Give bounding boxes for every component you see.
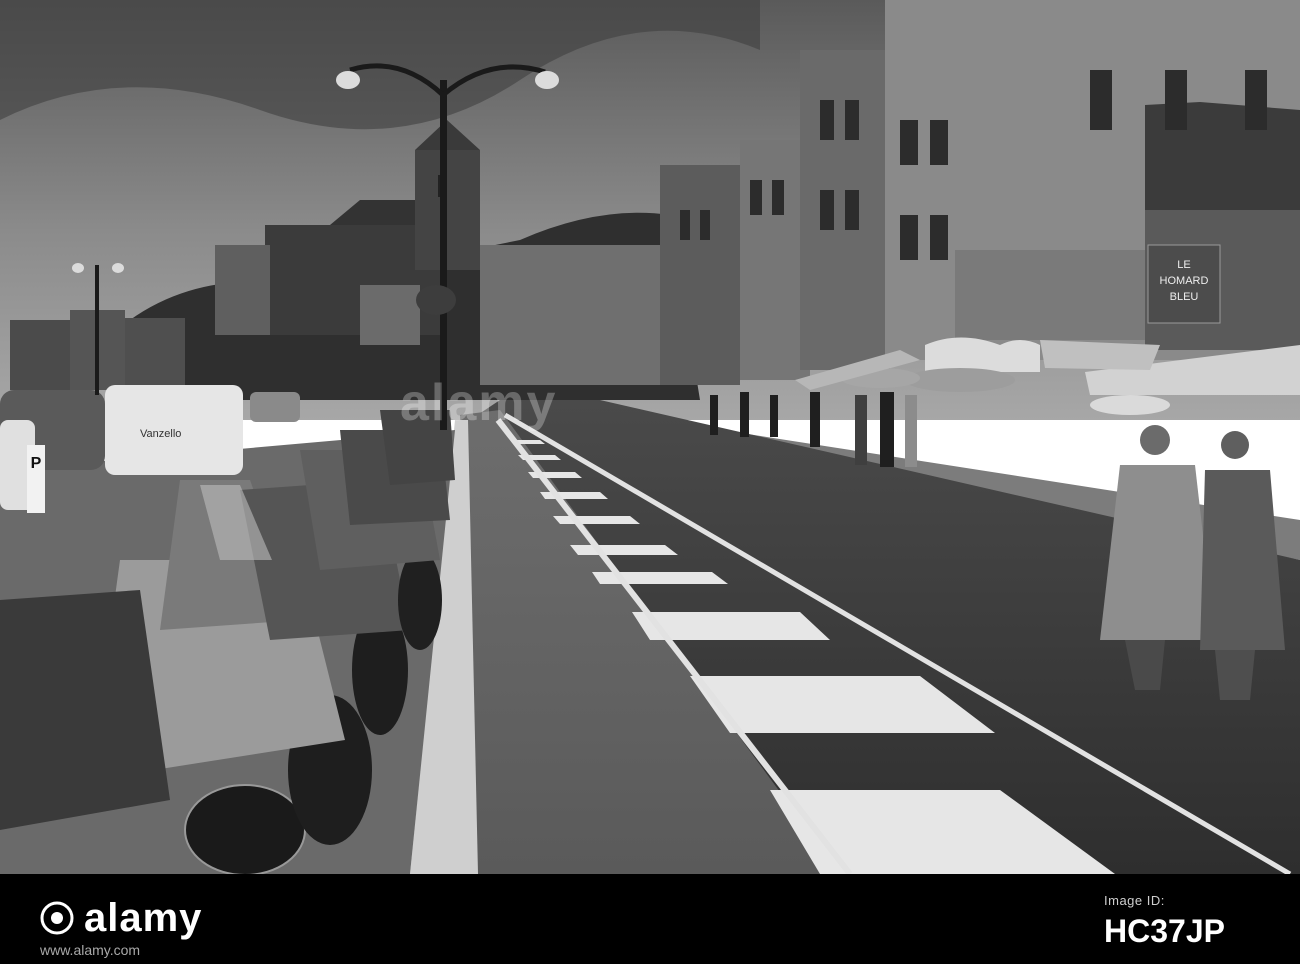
image-id-block: Image ID: HC37JP — [1104, 890, 1264, 950]
sign-line-le: LE — [1177, 259, 1190, 271]
alamy-a-icon — [40, 901, 74, 935]
sign-line-bleu: BLEU — [1170, 291, 1199, 303]
footer-bar: alamy Image ID: HC37JP www.alamy.com — [0, 874, 1300, 964]
site-url[interactable]: www.alamy.com — [40, 942, 140, 958]
street-photo: LE HOMARD BLEU Vanzello P alamy — [0, 0, 1300, 874]
sign-line-homard: HOMARD — [1160, 275, 1209, 287]
brand-logo[interactable]: alamy — [40, 888, 202, 948]
van-text: Vanzello — [140, 428, 181, 440]
parking-sign: P — [27, 445, 45, 513]
image-id-label: Image ID: — [1104, 893, 1165, 908]
restaurant-sign: LE HOMARD BLEU — [1147, 244, 1221, 324]
image-id-value: HC37JP — [1104, 913, 1225, 949]
brand-name: alamy — [84, 896, 203, 940]
parking-sign-letter: P — [31, 455, 42, 472]
